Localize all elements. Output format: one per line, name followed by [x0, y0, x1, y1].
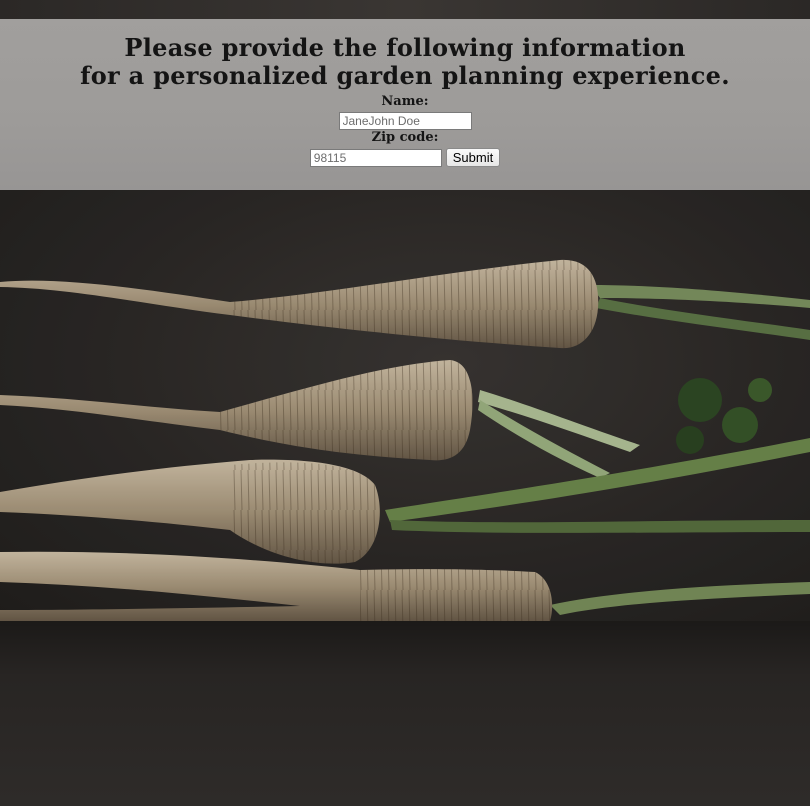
bottom-background	[0, 621, 810, 806]
heading-line-2: for a personalized garden planning exper…	[80, 61, 730, 90]
top-background-strip	[0, 0, 810, 19]
zip-input[interactable]	[309, 148, 442, 167]
name-label: Name:	[381, 94, 429, 109]
parsnips-illustration	[0, 190, 810, 621]
zip-row: Submit	[0, 148, 810, 167]
heading-line-1: Please provide the following information	[124, 33, 686, 62]
name-input[interactable]	[338, 112, 472, 130]
zip-label: Zip code:	[371, 130, 439, 145]
submit-button[interactable]: Submit	[445, 148, 501, 167]
parsnips-photo	[0, 190, 810, 621]
form-heading: Please provide the following information…	[0, 19, 810, 90]
garden-info-form: Please provide the following information…	[0, 19, 810, 190]
